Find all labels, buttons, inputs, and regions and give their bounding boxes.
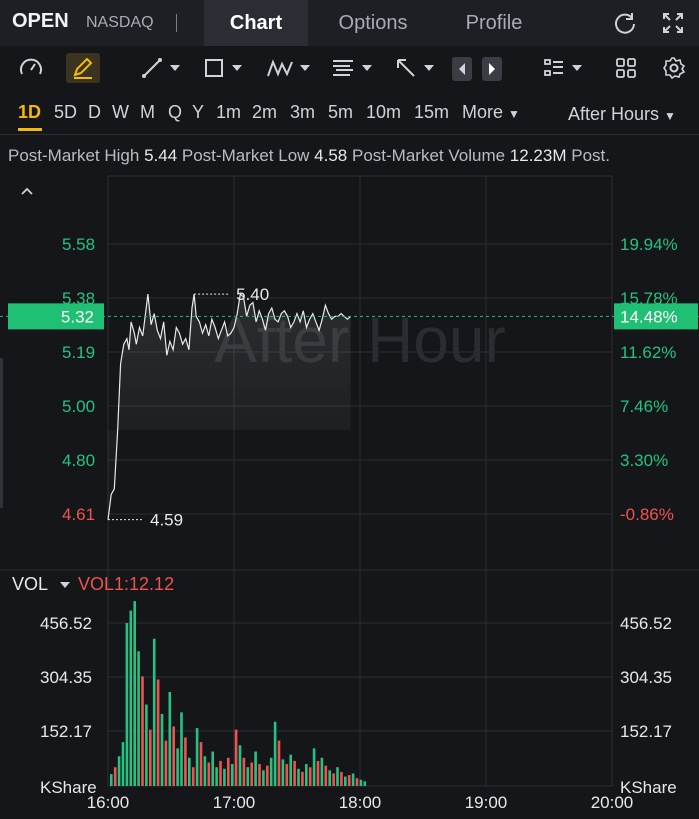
volume-bar: [324, 765, 328, 786]
low-marker-label: 4.59: [150, 511, 183, 530]
volume-axis-label-right: 304.35: [620, 668, 672, 687]
volume-bar: [262, 770, 265, 786]
volume-bar: [258, 764, 261, 786]
volume-bar: [137, 651, 140, 786]
time-axis-label: 19:00: [465, 793, 508, 812]
volume-bar: [227, 757, 230, 786]
volume-bar: [301, 771, 304, 786]
volume-bar: [320, 757, 324, 786]
volume-axis-label-right: 456.52: [620, 614, 672, 633]
price-chart[interactable]: After Hour 5.585.385.195.004.804.6119.94…: [0, 0, 699, 819]
volume-axis-label: 456.52: [40, 614, 92, 633]
volume-bar: [207, 762, 211, 786]
time-axis-label: 17:00: [213, 793, 256, 812]
high-marker-label: 5.40: [236, 285, 269, 304]
volume-bar: [191, 767, 195, 786]
volume-indicator-value: VOL1:12.12: [78, 574, 175, 594]
volume-bar: [246, 767, 250, 786]
volume-bar: [336, 767, 339, 786]
volume-bar: [180, 712, 183, 786]
volume-bar: [121, 742, 125, 786]
volume-bar: [347, 775, 351, 786]
volume-bar: [332, 773, 335, 786]
time-axis-label: 18:00: [339, 793, 382, 812]
volume-bar: [172, 726, 175, 786]
volume-bar: [254, 751, 257, 786]
volume-bar: [297, 768, 300, 786]
percent-axis-label: 11.62%: [620, 343, 676, 362]
price-axis-label: 5.19: [62, 343, 95, 362]
volume-bar: [203, 756, 207, 786]
volume-bar: [293, 760, 296, 786]
volume-bar: [117, 756, 121, 786]
time-axis-label: 16:00: [87, 793, 130, 812]
volume-bar: [340, 771, 343, 786]
volume-bar: [242, 757, 246, 786]
volume-bar: [113, 767, 117, 786]
volume-bar: [269, 757, 273, 786]
volume-bar: [238, 745, 242, 786]
volume-title[interactable]: VOL: [12, 574, 48, 595]
volume-bar: [145, 704, 148, 786]
volume-bar: [160, 713, 164, 786]
volume-bar: [312, 748, 316, 786]
volume-bar: [219, 760, 222, 786]
volume-bar: [281, 759, 285, 786]
volume-bar: [215, 767, 218, 786]
volume-bar: [133, 601, 136, 786]
volume-bar: [305, 764, 308, 786]
volume-bar: [141, 676, 144, 786]
volume-axis-label: 304.35: [40, 668, 92, 687]
volume-bar: [199, 742, 203, 786]
volume-bar: [285, 764, 289, 786]
percent-axis-label: 19.94%: [620, 235, 678, 254]
volume-bar: [152, 638, 156, 786]
volume-bar: [125, 623, 129, 786]
volume-bar: [176, 748, 179, 786]
chart-grid: [0, 175, 699, 787]
percent-axis-label: 7.46%: [620, 397, 668, 416]
volume-bar: [184, 737, 187, 786]
volume-bar: [195, 728, 199, 786]
volume-bar: [316, 760, 320, 786]
percent-axis-label: 3.30%: [620, 451, 668, 470]
volume-bar: [234, 729, 238, 786]
percent-axis-label: -0.86%: [620, 505, 674, 524]
volume-bar: [129, 610, 133, 786]
volume-bars: [110, 601, 367, 786]
volume-axis-label: 152.17: [40, 722, 92, 741]
volume-bar: [328, 770, 331, 786]
volume-bar: [363, 781, 367, 786]
chevron-down-icon[interactable]: [60, 582, 70, 588]
volume-bar: [230, 764, 234, 786]
price-axis-label: 4.80: [62, 451, 95, 470]
time-axis-label: 20:00: [591, 793, 634, 812]
volume-bar: [351, 773, 355, 786]
volume-bar: [289, 754, 292, 786]
volume-bar: [168, 692, 172, 786]
volume-bar: [188, 757, 191, 786]
volume-bar: [266, 765, 269, 786]
volume-bar: [355, 778, 359, 786]
volume-bar: [308, 767, 312, 786]
volume-bar: [277, 740, 281, 786]
volume-bar: [110, 774, 113, 786]
volume-bar: [149, 729, 152, 786]
volume-bar: [273, 721, 277, 786]
volume-bar: [164, 740, 168, 786]
volume-bar: [250, 762, 253, 786]
volume-bar: [344, 776, 347, 786]
current-percent-label: 14.48%: [620, 307, 678, 326]
volume-bar: [359, 779, 363, 786]
volume-bar: [156, 679, 160, 786]
volume-bar: [211, 751, 214, 786]
volume-axis-label-right: 152.17: [620, 722, 672, 741]
current-price-label: 5.32: [61, 307, 94, 326]
price-axis-label: 5.00: [62, 397, 95, 416]
price-axis-label: 4.61: [62, 505, 95, 524]
price-axis-label: 5.58: [62, 235, 95, 254]
volume-bar: [223, 768, 226, 786]
